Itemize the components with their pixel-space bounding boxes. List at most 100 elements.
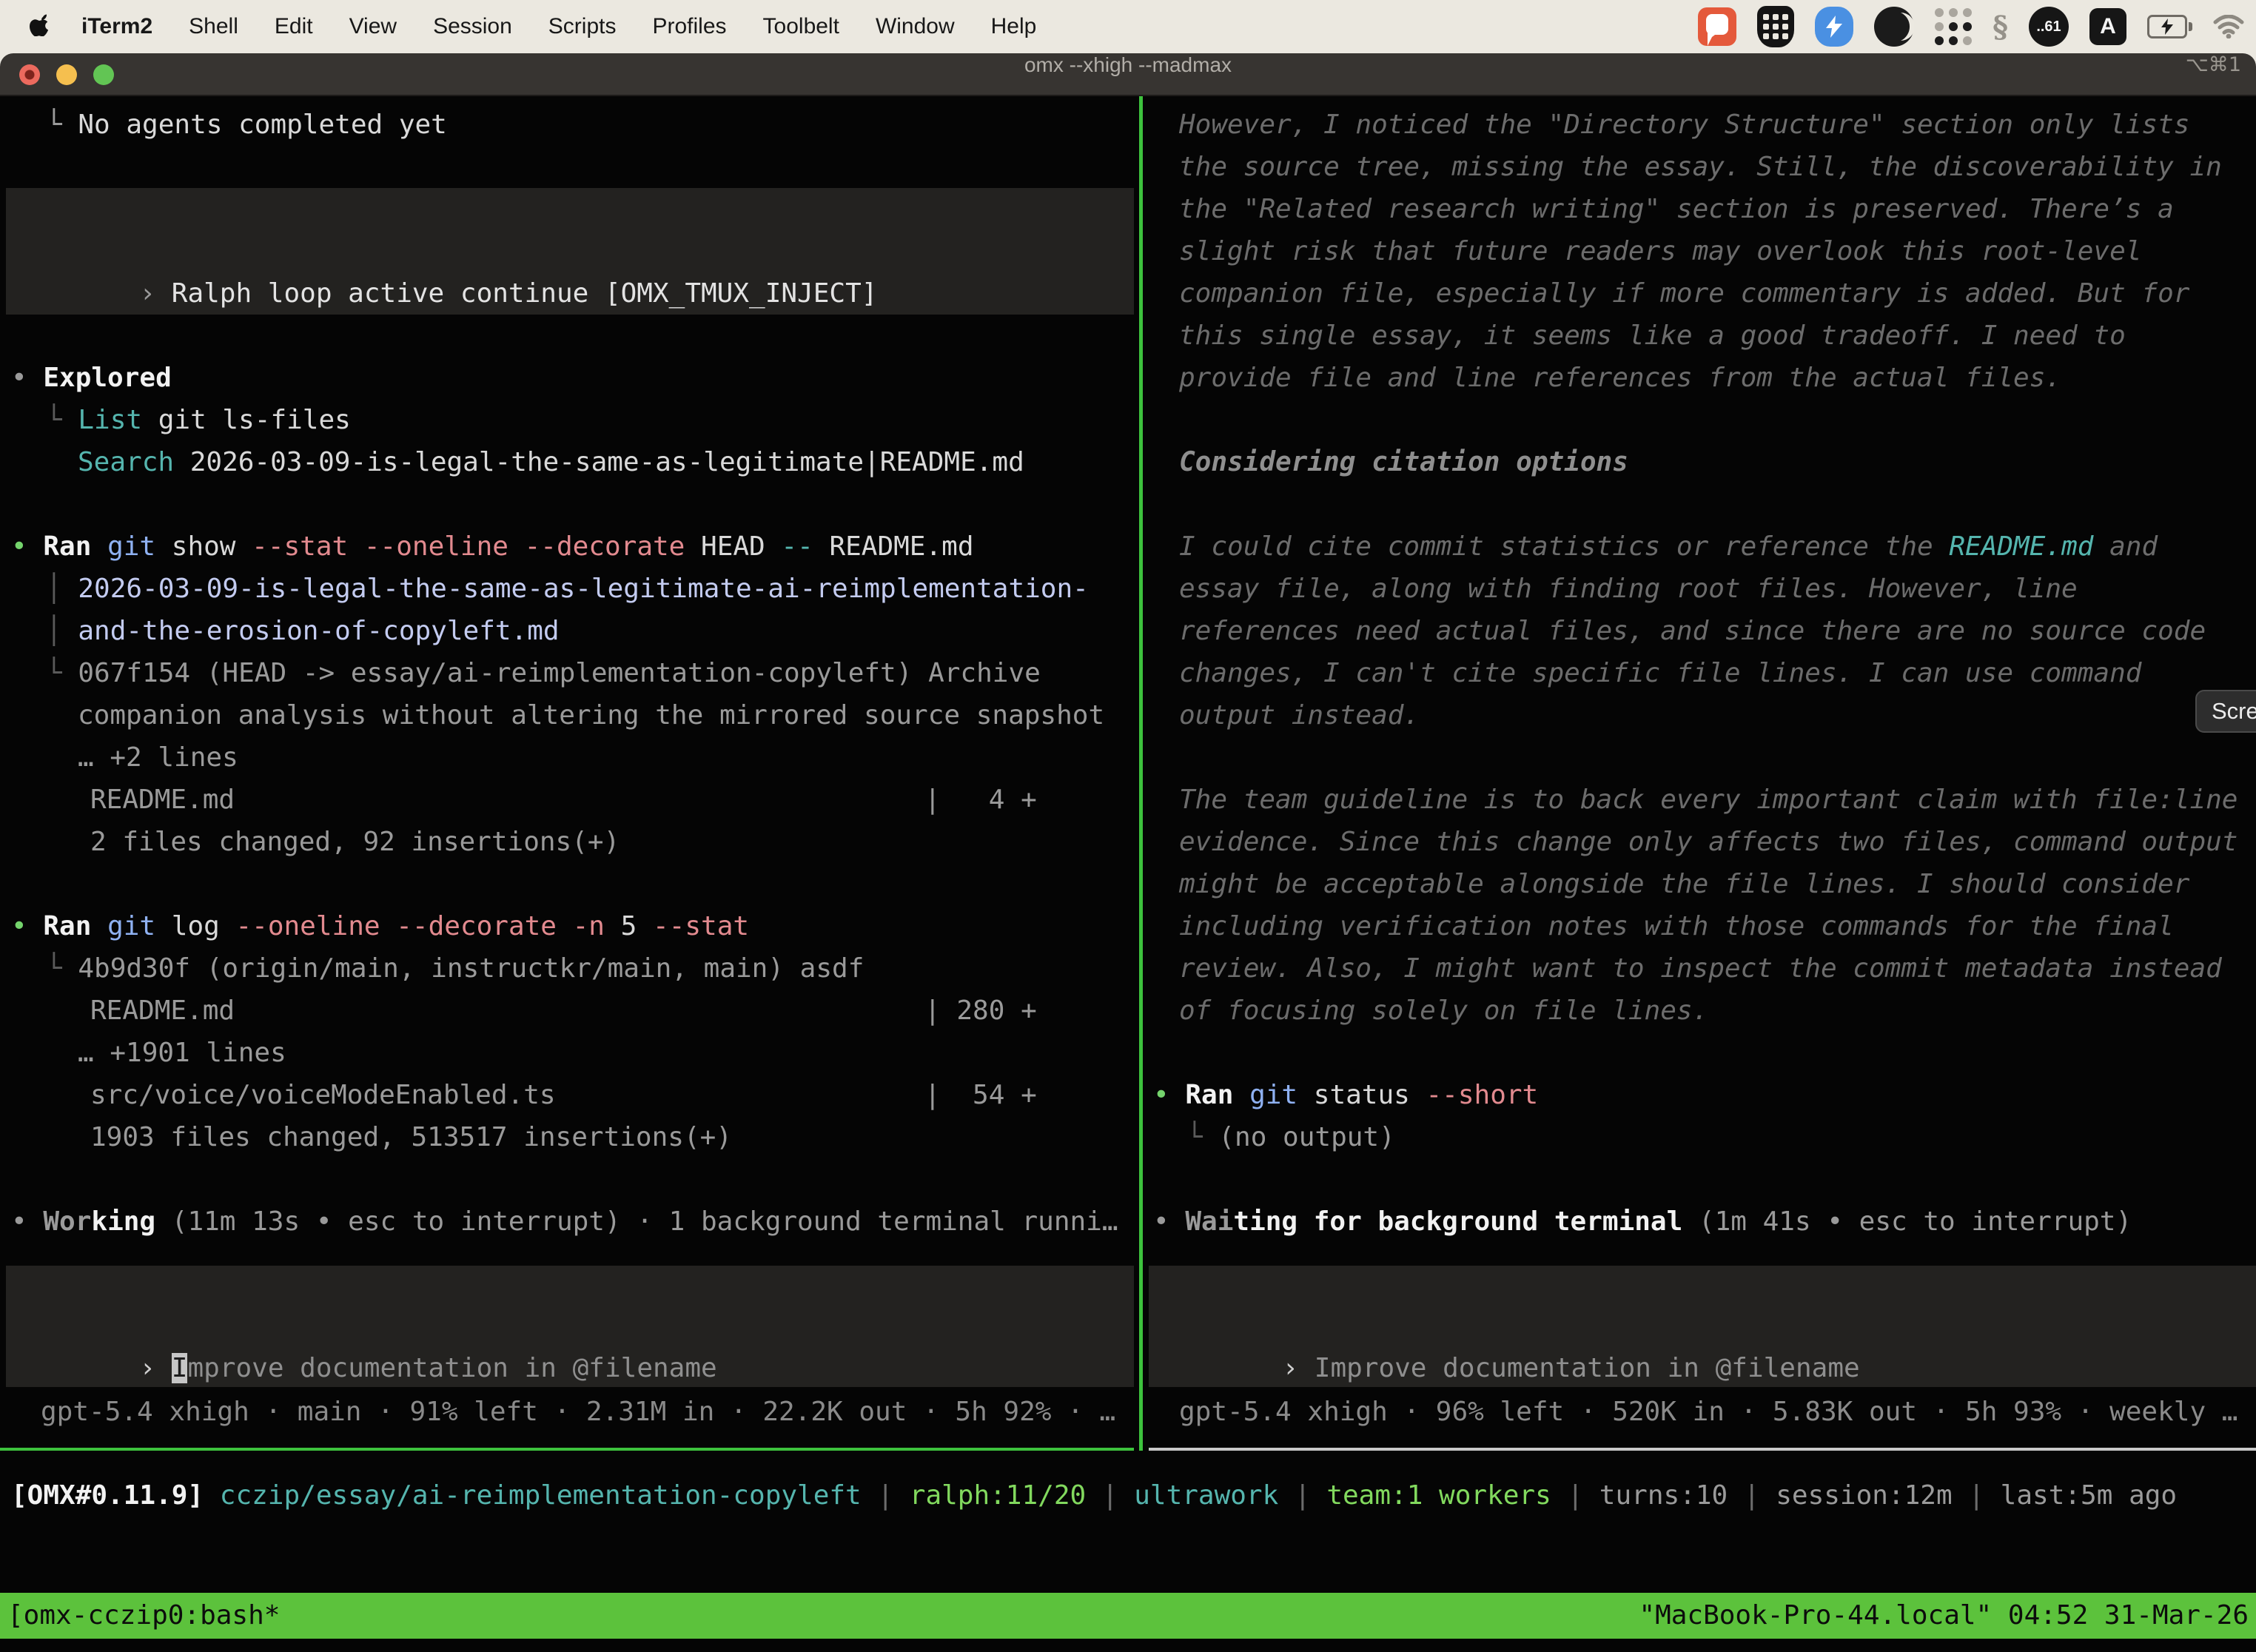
window-title-bar: omx --xhigh --madmax ⌥⌘1: [0, 53, 2256, 96]
left-model-status: gpt-5.4 xhigh · main · 91% left · 2.31M …: [41, 1391, 1115, 1433]
menu-bar: iTerm2 Shell Edit View Session Scripts Profile…: [0, 0, 2256, 53]
omx-status-segment: |: [1086, 1480, 1134, 1511]
menu-item-shell[interactable]: Shell: [189, 14, 238, 39]
terminal-line: the "Related research writing" section i…: [1179, 188, 2174, 230]
menu-item-scripts[interactable]: Scripts: [548, 14, 617, 39]
screen-tooltip: Scre: [2195, 690, 2256, 733]
omx-status-segment: turns:10: [1599, 1480, 1728, 1511]
right-pane-bottom-border: [1149, 1448, 2256, 1451]
terminal-line: Considering citation options: [1179, 441, 1628, 483]
right-model-status: gpt-5.4 xhigh · 96% left · 520K in · 5.8…: [1179, 1391, 2237, 1433]
menu-items: iTerm2 Shell Edit View Session Scripts Profile…: [81, 14, 1072, 39]
omx-status-segment: ultrawork: [1134, 1480, 1278, 1511]
terminal-line: this single essay, it seems like a good …: [1179, 315, 2126, 357]
tmux-session-label: [omx-cczip0:bash*: [7, 1593, 280, 1639]
menu-item-session[interactable]: Session: [433, 14, 512, 39]
terminal-line: The team guideline is to back every impo…: [1179, 779, 2237, 821]
terminal-line: README.md | 4 +: [90, 779, 1037, 821]
terminal-line: provide file and line references from th…: [1179, 357, 2061, 399]
menu-item-edit[interactable]: Edit: [275, 14, 313, 39]
terminal-line: I could cite commit statistics or refere…: [1179, 526, 2158, 568]
right-prompt-box[interactable]: › Improve documentation in @filename: [1149, 1266, 2256, 1387]
privacy-shield-icon[interactable]: [1815, 7, 1853, 47]
omx-status-bar: [OMX#0.11.9] cczip/essay/ai-reimplementa…: [11, 1474, 2177, 1517]
terminal-line: │ 2026-03-09-is-legal-the-same-as-legiti…: [46, 568, 1089, 610]
terminal-line: └ (no output): [1186, 1116, 1395, 1158]
apple-icon: [30, 14, 49, 39]
terminal-line: • Waiting for background terminal (1m 41…: [1153, 1201, 2132, 1243]
terminal-line: • Working (11m 13s • esc to interrupt) ·…: [11, 1201, 1118, 1243]
tmux-pane-left[interactable]: › Ralph loop active continue [OMX_TMUX_I…: [0, 96, 1139, 1593]
prompt-arrow: ›: [1282, 1353, 1298, 1383]
menu-item-toolbelt[interactable]: Toolbelt: [763, 14, 839, 39]
tmux-status-bar: [omx-cczip0:bash* "MacBook-Pro-44.local"…: [0, 1593, 2256, 1639]
omx-status-segment: [OMX#0.11.9]: [11, 1480, 204, 1511]
terminal-line: However, I noticed the "Directory Struct…: [1179, 104, 2189, 146]
terminal-line: including verification notes with those …: [1179, 905, 2174, 947]
terminal-line: the source tree, missing the essay. Stil…: [1179, 146, 2222, 188]
keyboard-shield-icon[interactable]: [1757, 6, 1794, 47]
omx-status-segment: cczip/essay/ai-reimplementation-copyleft: [220, 1480, 862, 1511]
terminal-line: … +2 lines: [78, 736, 238, 779]
pane-divider[interactable]: [1139, 96, 1143, 1451]
menu-item-profiles[interactable]: Profiles: [652, 14, 726, 39]
terminal-line: companion file, especially if more comme…: [1179, 272, 2189, 315]
terminal-line: └ 4b9d30f (origin/main, instructkr/main,…: [46, 947, 864, 990]
wifi-icon[interactable]: [2213, 15, 2244, 38]
terminal-line: Search 2026-03-09-is-legal-the-same-as-l…: [78, 441, 1024, 483]
omx-status-segment: session:12m: [1776, 1480, 1952, 1511]
terminal-line: └ List git ls-files: [46, 399, 351, 441]
terminal-line: companion analysis without altering the …: [78, 694, 1104, 736]
prompt-arrow: ›: [139, 1353, 155, 1383]
menu-item-view[interactable]: View: [349, 14, 397, 39]
terminal-line: changes, I can't cite specific file line…: [1179, 652, 2141, 694]
terminal-line: │ and-the-erosion-of-copyleft.md: [46, 610, 560, 652]
menu-status-icons: § ..61 A: [1698, 0, 2244, 53]
terminal-line: might be acceptable alongside the file l…: [1179, 863, 2189, 905]
terminal-line: evidence. Since this change only affects…: [1179, 821, 2237, 863]
terminal-line: └ 067f154 (HEAD -> essay/ai-reimplementa…: [46, 652, 1041, 694]
terminal-line: README.md | 280 +: [90, 990, 1037, 1032]
omx-status-segment: [204, 1480, 220, 1511]
inject-banner: › Ralph loop active continue [OMX_TMUX_I…: [6, 188, 1134, 315]
browser-crescent-icon[interactable]: [1874, 7, 1914, 47]
banner-text: Ralph loop active continue [OMX_TMUX_INJ…: [172, 278, 878, 309]
terminal-line: • Ran git status --short: [1153, 1074, 1538, 1116]
seahorse-icon[interactable]: §: [1993, 10, 2008, 44]
omx-status-segment: |: [1953, 1480, 2001, 1511]
terminal-line: • Ran git show --stat --oneline --decora…: [11, 526, 974, 568]
banner-prompt-arrow: ›: [139, 278, 155, 309]
input-source-a-icon[interactable]: A: [2089, 8, 2126, 45]
menu-item-iterm2[interactable]: iTerm2: [81, 14, 152, 39]
omx-status-segment: ralph:11/20: [910, 1480, 1086, 1511]
terminal-line: └ No agents completed yet: [46, 104, 447, 146]
window-title: omx --xhigh --madmax: [0, 53, 2256, 96]
apple-menu[interactable]: [30, 14, 49, 39]
tmux-pane-right[interactable]: However, I noticed the "Directory Struct…: [1149, 96, 2256, 1593]
battery-icon[interactable]: [2147, 15, 2192, 38]
terminal-line: • Explored: [11, 357, 172, 399]
left-prompt-box[interactable]: › Improve documentation in @filename: [6, 1266, 1134, 1387]
text-cursor: I: [172, 1353, 188, 1383]
chat-icon[interactable]: [1698, 7, 1736, 46]
terminal: › Ralph loop active continue [OMX_TMUX_I…: [0, 96, 2256, 1593]
terminal-line: src/voice/voiceModeEnabled.ts | 54 +: [90, 1074, 1037, 1116]
terminal-line: references need actual files, and since …: [1179, 610, 2206, 652]
dots-grid-icon[interactable]: [1935, 8, 1972, 45]
omx-status-segment: |: [862, 1480, 910, 1511]
terminal-line: slight risk that future readers may over…: [1179, 230, 2141, 272]
terminal-line: essay file, along with finding root file…: [1179, 568, 2078, 610]
prompt-input-text: Improve documentation in @filename: [1315, 1353, 1860, 1383]
menu-item-help[interactable]: Help: [991, 14, 1037, 39]
prompt-input-text: mprove documentation in @filename: [187, 1353, 716, 1383]
menu-item-window[interactable]: Window: [876, 14, 955, 39]
omx-status-segment: |: [1728, 1480, 1776, 1511]
terminal-line: • Ran git log --oneline --decorate -n 5 …: [11, 905, 749, 947]
window-shortcut-badge: ⌥⌘1: [2186, 53, 2241, 96]
badge-61-icon[interactable]: ..61: [2029, 7, 2069, 47]
screen: { "colors": { "fg": "#d9d9d9", "bright":…: [0, 0, 2256, 1652]
omx-status-segment: |: [1278, 1480, 1326, 1511]
omx-status-segment: last:5m ago: [2001, 1480, 2177, 1511]
left-pane-bottom-border: [0, 1448, 1134, 1451]
terminal-line: 1903 files changed, 513517 insertions(+): [90, 1116, 732, 1158]
